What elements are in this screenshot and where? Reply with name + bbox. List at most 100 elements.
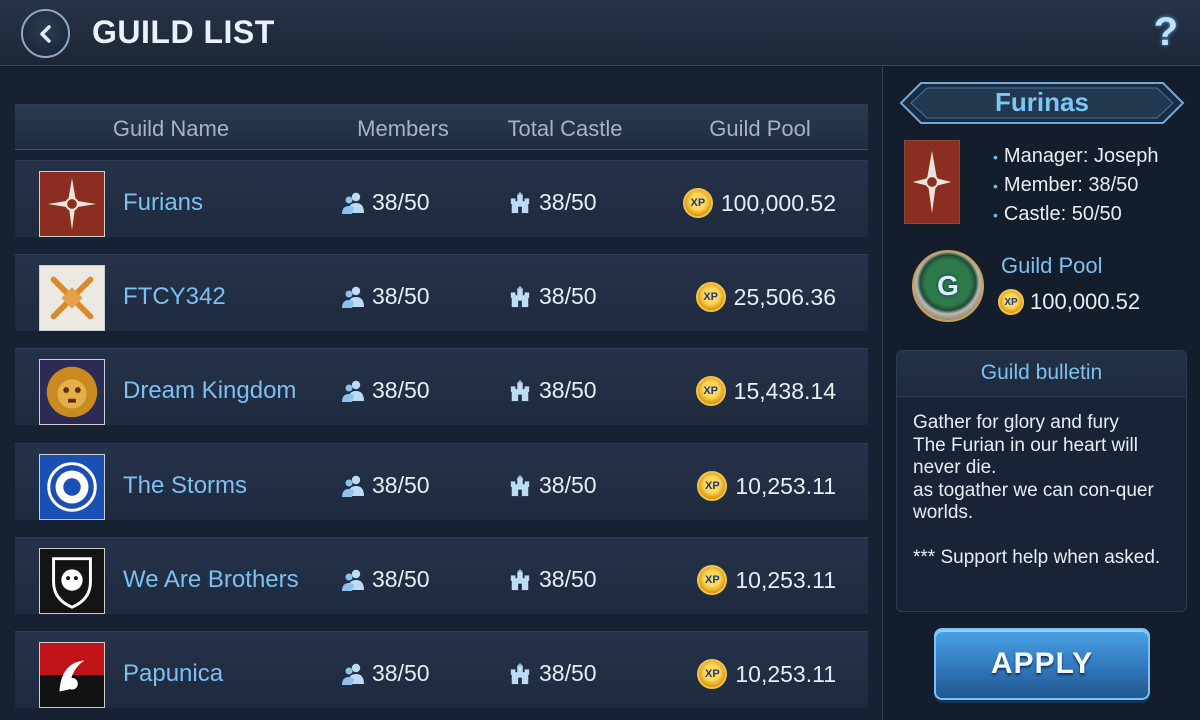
castle-count: 38/50 (509, 283, 597, 310)
castle-icon (510, 662, 530, 684)
guild-list-panel: Guild Name Members Total Castle Guild Po… (0, 67, 882, 720)
guild-pool-amount: XP 10,253.11 (697, 471, 836, 501)
castle-icon (510, 191, 530, 213)
column-members: Members (357, 116, 449, 141)
manager-info: Manager: Joseph (993, 142, 1159, 171)
help-button[interactable]: ? (1154, 8, 1178, 56)
guild-pool-amount: XP 100,000.52 (682, 188, 836, 218)
xp-coin-icon: XP (697, 565, 728, 595)
guild-name[interactable]: The Storms (123, 472, 247, 500)
members-icon (342, 380, 364, 402)
selected-guild-name: Furinas (995, 87, 1089, 117)
back-button[interactable] (21, 9, 70, 58)
castle-count: 38/50 (509, 189, 597, 216)
member-info: Member: 38/50 (993, 171, 1158, 200)
members-icon (342, 192, 364, 214)
guild-pool-amount: 100,000.52 (1030, 289, 1141, 314)
guild-detail-panel: Furinas Manager: Joseph Member: 38/50 Ca… (882, 67, 1200, 720)
chevron-left-icon (39, 24, 51, 43)
guild-name-banner: Furinas (897, 81, 1187, 125)
xp-coin-icon: XP (697, 659, 728, 689)
guild-name[interactable]: Furians (123, 189, 203, 217)
guild-pool-label: Guild Pool (1001, 253, 1103, 278)
xp-coin-icon: XP (998, 289, 1024, 315)
castle-value: 38/50 (539, 566, 597, 592)
guild-name[interactable]: Dream Kingdom (123, 377, 296, 405)
xp-coin-icon: XP (695, 376, 726, 406)
guild-row[interactable]: The Storms 38/50 38/50 XP 10,253.11 (15, 443, 868, 520)
guild-emblem (39, 454, 105, 520)
castle-value: 38/50 (539, 660, 597, 686)
bulletin-text: Gather for glory and fury The Furian in … (913, 412, 1161, 568)
members-count: 38/50 (342, 189, 430, 216)
column-guild-name: Guild Name (112, 116, 230, 141)
castle-count: 38/50 (509, 566, 597, 593)
pool-value: 10,253.11 (735, 472, 836, 499)
column-guild-pool: Guild Pool (709, 116, 811, 141)
pool-value: 100,000.52 (720, 189, 836, 216)
selected-guild-emblem (904, 140, 960, 224)
guild-bulletin: Guild bulletin Gather for glory and fury… (896, 350, 1187, 612)
xp-coin-icon: XP (682, 188, 713, 218)
page-title: GUILD LIST (92, 14, 275, 50)
castle-icon (510, 568, 530, 590)
castle-value: 38/50 (539, 377, 597, 403)
xp-coin-icon: XP (697, 471, 728, 501)
guild-name[interactable]: Papunica (123, 660, 223, 688)
members-value: 38/50 (372, 566, 430, 592)
members-value: 38/50 (372, 283, 430, 309)
guild-emblem (39, 548, 105, 614)
guild-emblem (39, 265, 105, 331)
guild-pool-amount: XP 10,253.11 (697, 565, 836, 595)
apply-button[interactable]: APPLY (934, 628, 1150, 700)
castle-value: 38/50 (539, 472, 597, 498)
castle-info: Castle: 50/50 (993, 200, 1158, 229)
guild-row[interactable]: Papunica 38/50 38/50 XP 10,253.11 (15, 631, 868, 708)
pool-value: 15,438.14 (733, 377, 836, 404)
castle-count: 38/50 (509, 472, 597, 499)
castle-icon (510, 474, 530, 496)
pool-value: 10,253.11 (735, 660, 836, 687)
castle-icon (510, 285, 530, 307)
members-icon (342, 286, 364, 308)
castle-icon (510, 379, 530, 401)
guild-name[interactable]: We Are Brothers (123, 566, 299, 594)
column-header: Guild Name Members Total Castle Guild Po… (15, 104, 868, 150)
members-icon (342, 475, 364, 497)
pool-badge-letter: G (937, 270, 959, 301)
guild-pool-amount: XP 25,506.36 (695, 282, 836, 312)
members-icon (342, 663, 364, 685)
pool-value: 25,506.36 (733, 283, 836, 310)
guild-row[interactable]: We Are Brothers 38/50 38/50 XP 10,253.11 (15, 537, 868, 614)
castle-value: 38/50 (539, 283, 597, 309)
guild-pool-badge-icon: G (912, 250, 984, 322)
members-value: 38/50 (372, 472, 430, 498)
column-total-castle: Total Castle (507, 116, 623, 141)
members-value: 38/50 (372, 660, 430, 686)
guild-row[interactable]: Furians 38/50 38/50 XP 100,000.52 (15, 160, 868, 237)
guild-name[interactable]: FTCY342 (123, 283, 226, 311)
guild-pool-amount: XP 10,253.11 (697, 659, 836, 689)
castle-count: 38/50 (509, 377, 597, 404)
members-count: 38/50 (342, 472, 430, 499)
guild-row[interactable]: Dream Kingdom 38/50 38/50 XP 15,438.14 (15, 348, 868, 425)
guild-pool-value: XP 100,000.52 (998, 289, 1140, 315)
guild-emblem (39, 642, 105, 708)
castle-count: 38/50 (509, 660, 597, 687)
castle-value: 38/50 (539, 189, 597, 215)
members-count: 38/50 (342, 377, 430, 404)
members-icon (342, 569, 364, 591)
members-count: 38/50 (342, 566, 430, 593)
pool-value: 10,253.11 (735, 566, 836, 593)
xp-coin-icon: XP (695, 282, 726, 312)
members-value: 38/50 (372, 377, 430, 403)
guild-emblem (39, 171, 105, 237)
members-count: 38/50 (342, 660, 430, 687)
guild-emblem (39, 359, 105, 425)
members-count: 38/50 (342, 283, 430, 310)
top-bar: GUILD LIST ? (0, 0, 1200, 66)
guild-row[interactable]: FTCY342 38/50 38/50 XP 25,506.36 (15, 254, 868, 331)
bulletin-title: Guild bulletin (897, 351, 1186, 397)
guild-info-list: Manager: Joseph Member: 38/50 Castle: 50… (993, 142, 1159, 229)
members-value: 38/50 (372, 189, 430, 215)
